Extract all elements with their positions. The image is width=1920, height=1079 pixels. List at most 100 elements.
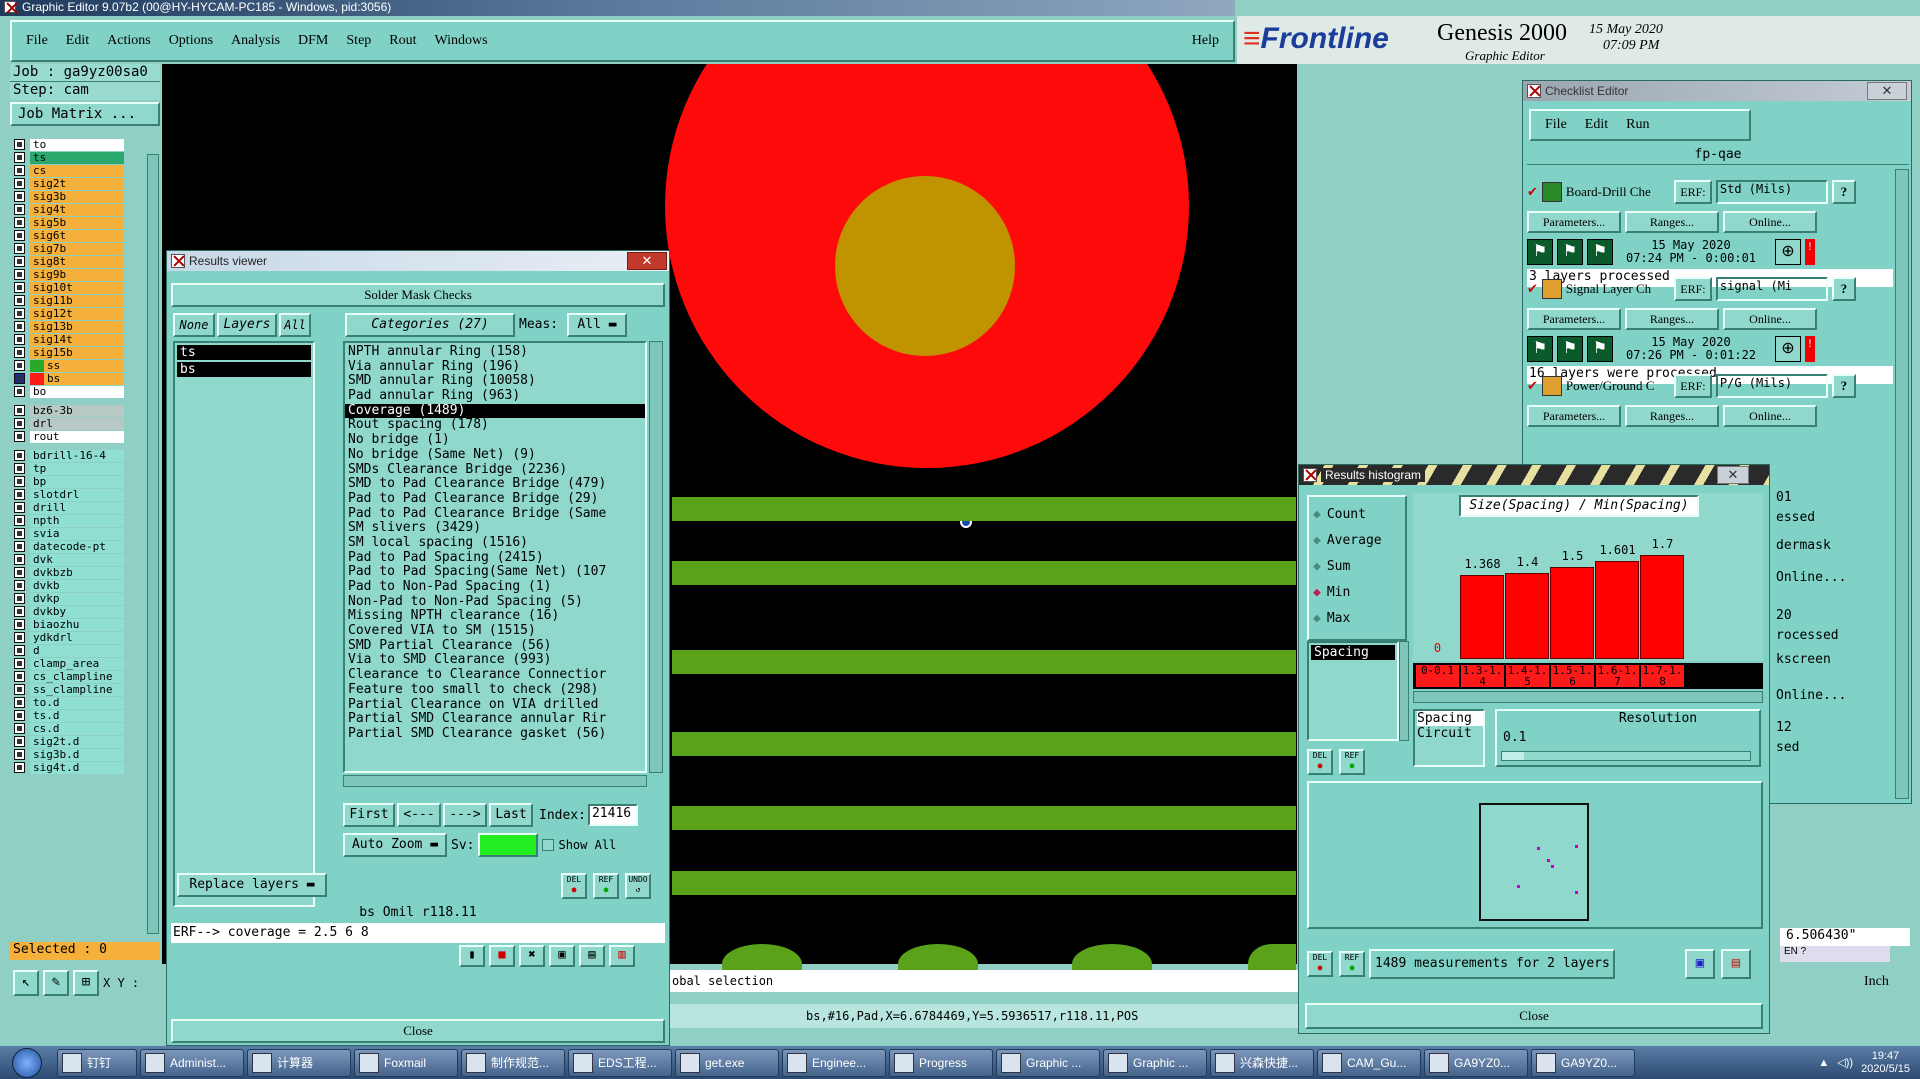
- taskbar-item[interactable]: Graphic ...: [996, 1048, 1100, 1077]
- taskbar-item[interactable]: get.exe: [675, 1048, 779, 1077]
- parameters-button[interactable]: Parameters...: [1527, 211, 1621, 233]
- histogram-bar[interactable]: [1460, 575, 1504, 659]
- layer-name[interactable]: d: [30, 644, 124, 657]
- entry-erf-value[interactable]: P/G (Mils): [1715, 374, 1828, 398]
- layer-checkbox[interactable]: [14, 515, 25, 526]
- category-item[interactable]: SMDs Clearance Bridge (2236): [345, 463, 645, 478]
- layer-checkbox[interactable]: [14, 269, 25, 280]
- layer-row[interactable]: dvk: [10, 553, 134, 566]
- category-item[interactable]: Missing NPTH clearance (16): [345, 609, 645, 624]
- tool-e-icon[interactable]: ▤: [579, 945, 605, 967]
- category-item[interactable]: Partial SMD Clearance annular Rir: [345, 712, 645, 727]
- index-field[interactable]: 21416: [587, 804, 638, 826]
- layer-checkbox[interactable]: [14, 334, 25, 345]
- layer-row[interactable]: sig9b: [10, 268, 134, 281]
- layer-row[interactable]: sig7b: [10, 242, 134, 255]
- run-step-icon[interactable]: ⚑: [1557, 239, 1583, 265]
- layer-name[interactable]: drl: [30, 417, 124, 430]
- layer-name[interactable]: drill: [30, 501, 124, 514]
- online-button[interactable]: Online...: [1723, 308, 1817, 330]
- menu-file[interactable]: File: [26, 33, 48, 49]
- layer-checkbox[interactable]: [14, 632, 25, 643]
- category-item[interactable]: NPTH annular Ring (158): [345, 345, 645, 360]
- run-step-icon[interactable]: ⚑: [1557, 336, 1583, 362]
- layer-row[interactable]: sig10t: [10, 281, 134, 294]
- layer-checkbox[interactable]: [14, 308, 25, 319]
- first-button[interactable]: First: [343, 803, 395, 827]
- layer-row[interactable]: clamp_area: [10, 657, 134, 670]
- start-button[interactable]: [0, 1046, 54, 1079]
- layer-row[interactable]: ss: [10, 359, 134, 372]
- layer-row[interactable]: dvkby: [10, 605, 134, 618]
- layer-name[interactable]: rout: [30, 430, 124, 443]
- layer-name[interactable]: dvk: [30, 553, 124, 566]
- menu-help[interactable]: Help: [1192, 33, 1219, 49]
- stat-option[interactable]: ◆ Average: [1313, 527, 1401, 553]
- entry-checkbox[interactable]: ✔: [1527, 378, 1538, 394]
- layer-name[interactable]: sig3b: [30, 190, 124, 203]
- entry-erf-button[interactable]: ERF:: [1673, 180, 1712, 204]
- sv-color-select[interactable]: [478, 833, 539, 857]
- layer-row[interactable]: dvkb: [10, 579, 134, 592]
- layer-row[interactable]: sig2t: [10, 177, 134, 190]
- layer-name[interactable]: sig15b: [30, 346, 124, 359]
- categories-button[interactable]: Categories (27): [345, 313, 515, 337]
- help-icon[interactable]: ?: [1831, 277, 1856, 301]
- sc-circuit[interactable]: Circuit: [1417, 726, 1483, 741]
- layer-row[interactable]: to.d: [10, 696, 134, 709]
- histogram-bar[interactable]: [1505, 573, 1549, 659]
- taskbar-item[interactable]: 计算器: [247, 1048, 351, 1077]
- layer-row[interactable]: ts: [10, 151, 134, 164]
- category-item[interactable]: Non-Pad to Non-Pad Spacing (5): [345, 595, 645, 610]
- layer-row[interactable]: bo: [10, 385, 134, 398]
- layer-checkbox[interactable]: [14, 762, 25, 773]
- layer-name[interactable]: slotdrl: [30, 488, 124, 501]
- tool-grid-icon[interactable]: ⊞: [73, 970, 99, 996]
- histogram-bin-label[interactable]: 1.3-1.4: [1461, 665, 1504, 687]
- taskbar-item[interactable]: EDS工程...: [568, 1048, 672, 1077]
- type-scrollbar[interactable]: [1399, 641, 1409, 741]
- taskbar-item[interactable]: Progress: [889, 1048, 993, 1077]
- layer-checkbox[interactable]: [14, 489, 25, 500]
- category-item[interactable]: SMD annular Ring (10058): [345, 374, 645, 389]
- online-button[interactable]: Online...: [1723, 405, 1817, 427]
- run-icon[interactable]: ⚑: [1527, 239, 1553, 265]
- resolution-slider[interactable]: [1501, 751, 1751, 761]
- layer-name[interactable]: ydkdrl: [30, 631, 124, 644]
- taskbar-item[interactable]: Foxmail: [354, 1048, 458, 1077]
- next-button[interactable]: --->: [443, 803, 487, 827]
- taskbar-item[interactable]: Administ...: [140, 1048, 244, 1077]
- category-item[interactable]: Partial SMD Clearance gasket (56): [345, 727, 645, 742]
- menu-analysis[interactable]: Analysis: [231, 33, 280, 49]
- trace-3[interactable]: [672, 650, 1296, 674]
- layer-checkbox[interactable]: [14, 347, 25, 358]
- layer-row[interactable]: sig12t: [10, 307, 134, 320]
- layer-name[interactable]: ss_clampline: [30, 683, 124, 696]
- category-item[interactable]: Clearance to Clearance Connectior: [345, 668, 645, 683]
- category-item[interactable]: SMD Partial Clearance (56): [345, 639, 645, 654]
- layer-row[interactable]: sig13b: [10, 320, 134, 333]
- category-item[interactable]: Partial Clearance on VIA drilled: [345, 698, 645, 713]
- tool-measure-icon[interactable]: ✎: [43, 970, 69, 996]
- show-all-checkbox[interactable]: [542, 839, 555, 851]
- menu-edit[interactable]: Edit: [66, 33, 89, 49]
- results-close-button[interactable]: Close: [171, 1019, 665, 1043]
- layer-row[interactable]: ydkdrl: [10, 631, 134, 644]
- type-spacing[interactable]: Spacing: [1311, 645, 1395, 660]
- layer-row[interactable]: rout: [10, 430, 134, 443]
- tool-b-icon[interactable]: ■: [489, 945, 515, 967]
- zoom-icon[interactable]: ⊕: [1775, 239, 1801, 265]
- layer-name[interactable]: bz6-3b: [30, 404, 124, 417]
- layer-checkbox[interactable]: [14, 152, 25, 163]
- radio-icon[interactable]: ◆: [1313, 585, 1321, 600]
- layer-name[interactable]: npth: [30, 514, 124, 527]
- layer-row[interactable]: svia: [10, 527, 134, 540]
- layer-name[interactable]: bo: [30, 385, 124, 398]
- layer-checkbox[interactable]: [14, 749, 25, 760]
- layer-row[interactable]: slotdrl: [10, 488, 134, 501]
- layer-name[interactable]: biaozhu: [30, 618, 124, 631]
- layer-name[interactable]: dvkb: [30, 579, 124, 592]
- category-item[interactable]: Pad annular Ring (963): [345, 389, 645, 404]
- replace-layers-select[interactable]: Replace layers ▬: [177, 873, 327, 897]
- layer-row[interactable]: sig15b: [10, 346, 134, 359]
